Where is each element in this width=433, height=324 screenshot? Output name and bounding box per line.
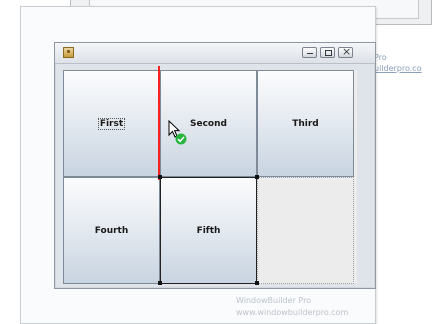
frame-titlebar[interactable]: [55, 43, 375, 64]
design-canvas: First Second Third Fourth Fifth: [20, 6, 376, 324]
button-fourth-label: Fourth: [94, 225, 129, 236]
button-fifth-selected[interactable]: Fifth: [160, 177, 257, 284]
side-watermark-line1: Pro: [374, 53, 387, 62]
selection-handle[interactable]: [158, 175, 162, 179]
selection-handle[interactable]: [255, 281, 259, 285]
jframe-preview[interactable]: First Second Third Fourth Fifth: [54, 42, 376, 289]
button-second-label: Second: [190, 118, 227, 129]
button-fifth-label: Fifth: [196, 225, 221, 236]
button-third[interactable]: Third: [257, 70, 354, 177]
watermark-line1: WindowBuilder Pro: [236, 296, 312, 305]
button-third-label: Third: [292, 118, 319, 129]
maximize-icon[interactable]: [320, 47, 335, 58]
check-badge-icon: [175, 133, 187, 145]
grid-layout-panel[interactable]: First Second Third Fourth Fifth: [63, 66, 357, 285]
button-first-label: First: [97, 117, 126, 130]
app-icon: [63, 47, 74, 58]
button-fourth[interactable]: Fourth: [63, 177, 160, 284]
watermark-line2: www.windowbuilderpro.com: [236, 308, 349, 317]
close-icon[interactable]: [338, 45, 353, 58]
button-first[interactable]: First: [63, 70, 160, 177]
insertion-indicator-line: [158, 66, 160, 180]
selection-handle[interactable]: [255, 175, 259, 179]
side-watermark-link[interactable]: uilderpro.co: [374, 63, 422, 74]
empty-grid-cell[interactable]: [257, 177, 354, 284]
watermark: WindowBuilder Pro www.windowbuilderpro.c…: [236, 295, 348, 319]
selection-handle[interactable]: [158, 281, 162, 285]
side-watermark: Pro uilderpro.co: [374, 52, 422, 74]
minimize-icon[interactable]: [302, 47, 317, 58]
